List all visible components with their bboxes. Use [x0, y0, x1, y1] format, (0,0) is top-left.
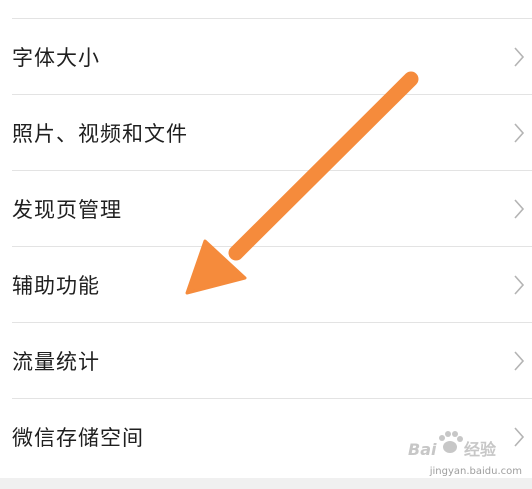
- settings-item-data-usage[interactable]: 流量统计: [12, 323, 532, 399]
- item-label: 辅助功能: [12, 273, 100, 298]
- item-label: 流量统计: [12, 349, 100, 374]
- chevron-right-icon: [514, 46, 525, 67]
- item-label: 字体大小: [12, 45, 100, 70]
- settings-item-font-size[interactable]: 字体大小: [12, 19, 532, 95]
- settings-list: 字体大小 照片、视频和文件 发现页管理 辅助功能 流量统计 微信存储空间: [0, 19, 532, 475]
- settings-item-discover-management[interactable]: 发现页管理: [12, 171, 532, 247]
- chevron-right-icon: [514, 427, 525, 447]
- chevron-right-icon: [514, 274, 525, 295]
- settings-item-storage[interactable]: 微信存储空间: [12, 399, 532, 475]
- chevron-right-icon: [514, 122, 525, 143]
- chevron-right-icon: [514, 350, 525, 371]
- item-label: 微信存储空间: [12, 426, 144, 450]
- item-label: 发现页管理: [12, 197, 122, 222]
- settings-item-photos-videos-files[interactable]: 照片、视频和文件: [12, 95, 532, 171]
- settings-item-accessibility[interactable]: 辅助功能: [12, 247, 532, 323]
- item-label: 照片、视频和文件: [12, 121, 188, 146]
- chevron-right-icon: [514, 198, 525, 219]
- bottom-band: [0, 478, 532, 489]
